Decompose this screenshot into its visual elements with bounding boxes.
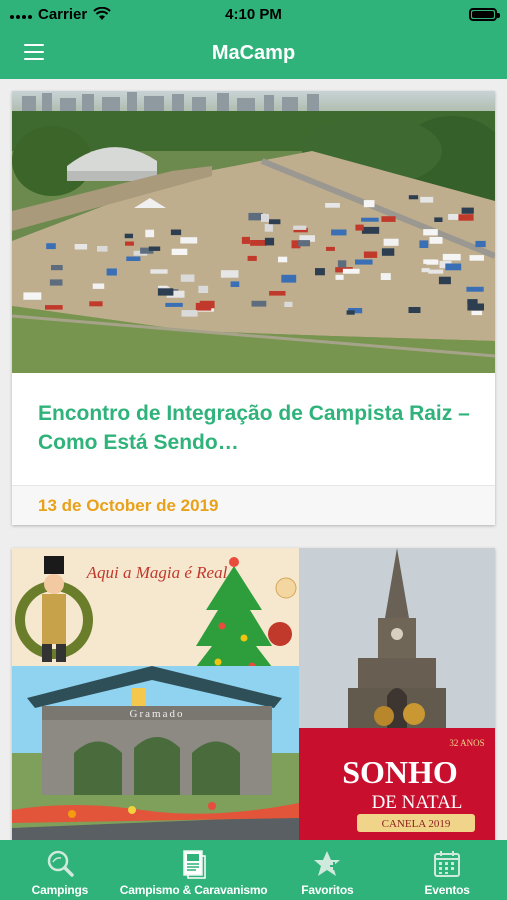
article-date: 13 de October de 2019 [12, 486, 495, 525]
article-card[interactable]: Aqui a Magia é Real Gramado 32 ANOS SONH… [12, 548, 495, 840]
years-text: 32 ANOS [449, 738, 484, 748]
status-left: Carrier [10, 6, 111, 23]
carrier-label: Carrier [38, 5, 88, 23]
status-bar: Carrier 4:10 PM [0, 0, 507, 28]
tab-campings[interactable]: Campings [0, 840, 120, 900]
magnifier-icon [47, 850, 74, 877]
article-title[interactable]: Encontro de Integração de Campista Raiz … [12, 373, 495, 485]
star-icon [314, 851, 341, 876]
banner-top-text: Aqui a Magia é Real [86, 563, 228, 582]
tab-eventos[interactable]: Eventos [387, 840, 507, 900]
tab-favoritos[interactable]: Favoritos [267, 840, 387, 900]
tab-campismo-caravanismo[interactable]: Campismo & Caravanismo [120, 840, 268, 900]
gramado-gate-text: Gramado [130, 708, 185, 720]
hamburger-menu-icon[interactable] [24, 44, 44, 60]
campsite-aerial-photo [12, 91, 495, 373]
event-title-line2: DE NATAL [372, 792, 463, 813]
event-subtitle: CANELA 2019 [382, 818, 451, 830]
article-feed[interactable]: Encontro de Integração de Campista Raiz … [0, 79, 507, 840]
signal-icon [10, 9, 32, 19]
christmas-events-collage: Aqui a Magia é Real Gramado 32 ANOS SONH… [12, 548, 495, 840]
status-time: 4:10 PM [225, 5, 282, 23]
battery-icon [469, 7, 500, 21]
tab-label: Campings [31, 883, 89, 897]
article-card[interactable]: Encontro de Integração de Campista Raiz … [12, 91, 495, 525]
tab-bar: Campings Campismo & Caravanismo Favorito… [0, 840, 507, 900]
app-title: MaCamp [211, 42, 296, 64]
tab-label: Eventos [424, 883, 470, 897]
tab-label: Campismo & Caravanismo [119, 883, 268, 897]
document-icon [182, 850, 206, 879]
tab-label: Favoritos [301, 883, 354, 897]
navigation-bar: MaCamp [0, 28, 507, 79]
event-title-line1: SONHO [342, 754, 458, 790]
calendar-icon [434, 851, 461, 877]
wifi-icon [93, 7, 111, 20]
